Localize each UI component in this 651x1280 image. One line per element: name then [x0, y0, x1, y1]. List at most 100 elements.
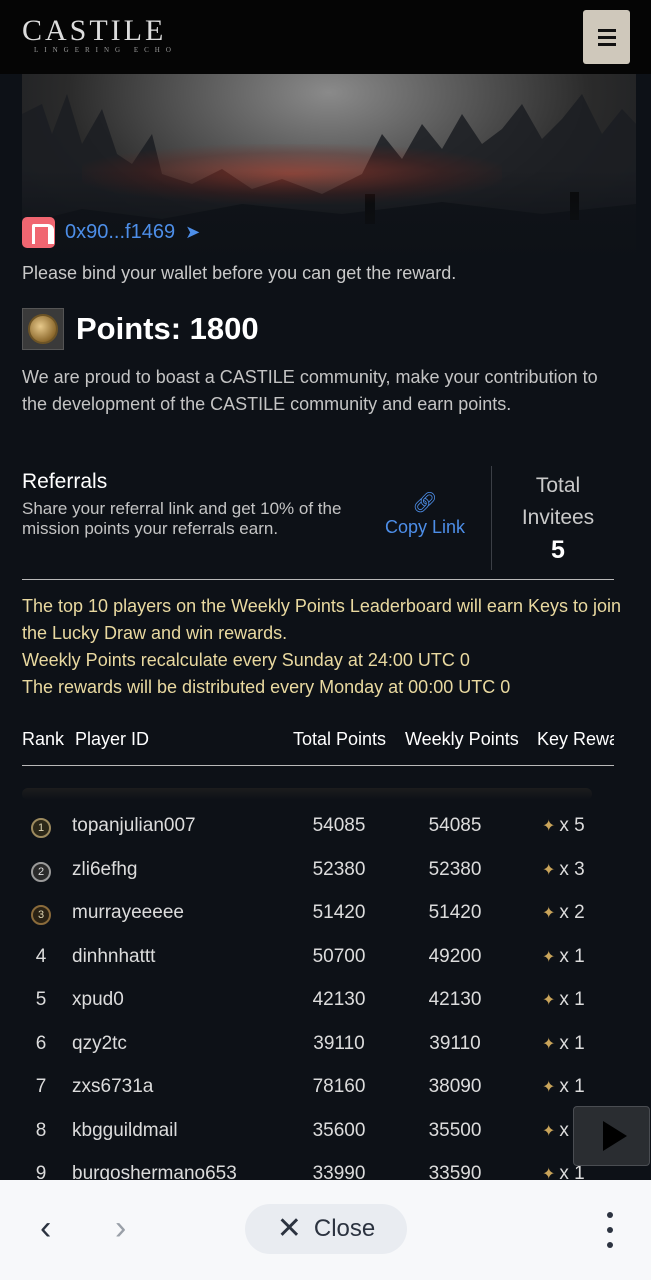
rank-cell: 7	[22, 1076, 60, 1098]
browser-bottom-bar: ‹ › ✕ Close	[0, 1180, 651, 1280]
leaderboard-header: Rank Player ID Total Points Weekly Point…	[22, 729, 614, 757]
total-points-cell: 78160	[312, 1076, 366, 1097]
rank-cell: 6	[22, 1033, 60, 1055]
rank-cell: 1	[22, 815, 60, 838]
weekly-points-cell: 38090	[428, 1076, 482, 1097]
referrals-title: Referrals	[22, 470, 108, 493]
leaderboard-notice: The top 10 players on the Weekly Points …	[22, 593, 622, 701]
close-icon: ✕	[276, 1212, 302, 1245]
total-points-cell: 39110	[313, 1032, 365, 1054]
table-row: 5 xpud0 42130 42130 ✦ x 1	[22, 979, 614, 1023]
rank-medal-icon: 2	[31, 861, 51, 882]
key-reward-cell: ✦x 1	[542, 946, 614, 968]
table-row: 1 topanjulian007 54085 54085 ✦ x 5	[22, 805, 614, 849]
weekly-points-cell: 51420	[428, 902, 482, 923]
wallet-address[interactable]: 0x90...f1469	[65, 221, 175, 244]
total-points-cell: 52380	[312, 858, 366, 880]
rank-cell: 3	[22, 902, 60, 925]
wallet-row: 0x90...f1469 ➤	[22, 217, 200, 248]
key-reward-cell: ✦x 1	[542, 1076, 614, 1098]
key-icon: ✦	[542, 1035, 556, 1053]
rank-number: 4	[35, 945, 47, 967]
play-icon	[602, 1121, 627, 1151]
key-count: x 1	[559, 1032, 585, 1054]
rank-cell: 8	[22, 1120, 60, 1142]
table-row: 7 zxs6731a 78160 38090 ✦ x 1	[22, 1066, 614, 1110]
copy-link-label: Copy Link	[384, 517, 466, 537]
player-id-cell: xpud0	[72, 989, 124, 1010]
col-key-reward-header: Key Reward	[537, 729, 614, 749]
more-options-icon[interactable]	[598, 1210, 622, 1250]
copy-link-button[interactable]: 🔗︎ Copy Link	[380, 490, 470, 538]
referrals-section: Referrals Share your referral link and g…	[22, 466, 614, 570]
weekly-points-cell: 52380	[428, 858, 482, 880]
key-icon: ✦	[542, 948, 556, 966]
logo-subtitle: LINGERING ECHO	[34, 46, 177, 54]
key-count: x 5	[559, 815, 585, 836]
total-invitees: Total Invitees 5	[502, 470, 614, 565]
rank-cell: 9	[22, 1163, 60, 1180]
link-icon: 🔗︎	[412, 492, 438, 514]
rank-number: 9	[35, 1163, 47, 1180]
divider	[22, 579, 614, 580]
key-icon: ✦	[542, 1079, 556, 1096]
points-coin-icon	[22, 308, 64, 350]
rank-medal-icon: 3	[31, 905, 51, 925]
player-id-cell: topanjulian007	[72, 815, 196, 836]
close-label: Close	[313, 1215, 376, 1242]
col-player-id-header: Player ID	[75, 729, 150, 749]
weekly-points-cell: 54085	[428, 815, 482, 836]
rank-medal-icon: 1	[31, 818, 51, 838]
divider	[22, 765, 614, 766]
points-row: Points: 1800	[22, 308, 259, 350]
col-weekly-points-header: Weekly Points	[405, 729, 519, 749]
wallet-app-icon	[22, 217, 55, 248]
table-row: 9 burgoshermano653 33990 33590 ✦ x 1	[22, 1153, 614, 1180]
key-icon: ✦	[542, 1166, 556, 1180]
logout-icon[interactable]: ➤	[185, 222, 200, 243]
key-icon: ✦	[542, 1122, 556, 1140]
forward-chevron-icon[interactable]: ›	[115, 1208, 126, 1248]
player-id-cell: zxs6731a	[72, 1076, 154, 1097]
player-id-cell: zli6efhg	[72, 858, 138, 880]
player-id-cell: dinhnhattt	[72, 945, 156, 967]
key-reward-cell: ✦ x 3	[542, 859, 614, 881]
points-description: We are proud to boast a CASTILE communit…	[22, 367, 598, 414]
invitees-label-invitees: Invitees	[521, 506, 595, 529]
invitees-count: 5	[551, 536, 565, 564]
player-id-cell: murrayeeeee	[72, 902, 184, 923]
key-icon: ✦	[542, 992, 556, 1009]
table-row: 4 dinhnhattt 50700 49200 ✦ x 1	[22, 936, 614, 980]
rank-number: 6	[35, 1032, 47, 1054]
leaderboard-rows: 1 topanjulian007 54085 54085 ✦ x 5 2 zli6efhg 52…	[22, 805, 614, 1180]
hamburger-menu-button[interactable]	[583, 10, 630, 64]
player-id-cell: kbgguildmail	[72, 1119, 178, 1141]
table-row: 2 zli6efhg 52380 52380 ✦ x 3	[22, 849, 614, 893]
invitees-label-total: Total	[535, 474, 581, 497]
total-points-cell: 35600	[312, 1119, 366, 1141]
rank-cell: 2	[22, 859, 60, 882]
play-button[interactable]	[573, 1106, 650, 1166]
close-button[interactable]: ✕ Close	[245, 1204, 407, 1254]
total-points-cell: 51420	[312, 902, 366, 923]
table-row: 8kbgguildmail3560035500✦x 1	[22, 1110, 614, 1154]
total-points-cell: 50700	[312, 945, 366, 967]
notice-line-3: The rewards will be distributed every Mo…	[22, 677, 511, 697]
notice-line-2: Weekly Points recalculate every Sunday a…	[22, 650, 470, 670]
total-points-cell: 54085	[312, 815, 366, 836]
bind-wallet-message: Please bind your wallet before you can g…	[22, 263, 457, 283]
key-reward-cell: ✦x 1	[542, 1033, 614, 1055]
castile-logo[interactable]: CASTILE	[22, 14, 166, 48]
key-reward-cell: ✦ x 2	[542, 902, 614, 924]
key-icon: ✦	[542, 905, 556, 922]
weekly-points-cell: 49200	[428, 945, 482, 967]
key-count: x 1	[559, 1076, 585, 1097]
weekly-points-cell: 33590	[428, 1163, 482, 1180]
player-id-cell: qzy2tc	[72, 1032, 127, 1054]
rank-cell: 5	[22, 989, 60, 1011]
rank-cell: 4	[22, 946, 60, 968]
player-id-cell: burgoshermano653	[72, 1163, 237, 1180]
menu-icon	[597, 28, 616, 32]
key-reward-cell: ✦ x 5	[542, 815, 614, 837]
back-chevron-icon[interactable]: ‹	[40, 1208, 51, 1248]
